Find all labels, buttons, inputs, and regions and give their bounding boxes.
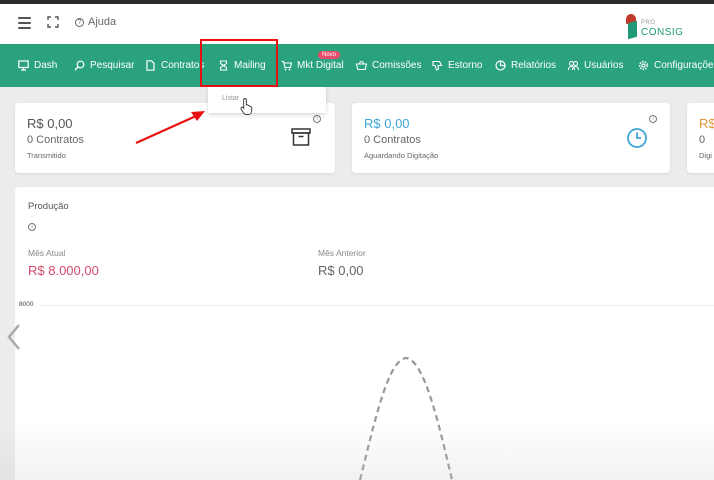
hamburger-menu-icon[interactable] — [18, 17, 31, 29]
nav-item-configuracoes[interactable]: Configurações — [638, 44, 714, 87]
logo: PRO CONSIG — [624, 14, 684, 42]
chart-y-tick: 8000 — [19, 301, 34, 308]
info-icon[interactable]: i — [313, 115, 321, 123]
info-icon[interactable]: i — [649, 115, 657, 123]
info-icon[interactable]: i — [28, 223, 36, 231]
logo-mark — [628, 20, 637, 40]
mailing-highlight-box — [200, 39, 278, 87]
nav-label: Relatórios — [511, 60, 557, 71]
document-icon — [146, 60, 155, 71]
card-amount: R$ 0,00 — [27, 116, 73, 131]
card-amount: R$ — [699, 116, 714, 131]
dropdown-item-listar[interactable]: Listar — [222, 95, 239, 102]
summary-card-transmitido: R$ 0,00 0 Contratos Transmitido i — [15, 103, 335, 173]
nav-item-relatorios[interactable]: Relatórios — [495, 44, 556, 87]
nav-label: Dash — [34, 60, 58, 71]
card-count: 0 — [699, 134, 706, 146]
card-subtitle: Aguardando Digitação — [364, 151, 439, 160]
nav-item-dash[interactable]: Dash — [18, 44, 57, 87]
monitor-icon — [18, 60, 29, 71]
help-link[interactable]: ? Ajuda — [75, 16, 116, 28]
nav-item-pesquisar[interactable]: Pesquisar — [74, 44, 134, 87]
basket-icon — [356, 60, 367, 71]
top-bar: ? Ajuda PRO CONSIG — [0, 4, 714, 44]
nav-item-usuarios[interactable]: Usuários — [568, 44, 623, 87]
card-subtitle: Transmitido — [27, 151, 66, 160]
new-badge: Novo — [318, 51, 341, 59]
thumbs-down-icon — [432, 60, 443, 71]
nav-item-contratos[interactable]: Contratos — [145, 44, 204, 87]
question-icon: ? — [75, 17, 84, 27]
chart-gridline — [40, 305, 714, 306]
production-title: Produção — [28, 201, 69, 212]
previous-month-value: R$ 0,00 — [318, 263, 364, 278]
logo-text: CONSIG — [641, 27, 684, 38]
nav-label: Contratos — [161, 60, 205, 71]
main-nav: Dash Pesquisar Contratos Mailing Mkt Dig… — [0, 44, 714, 87]
nav-label: Estorno — [448, 60, 483, 71]
current-month-value: R$ 8.000,00 — [28, 263, 99, 278]
users-icon — [568, 60, 579, 71]
nav-item-estorno[interactable]: Estorno — [432, 44, 482, 87]
clock-icon — [627, 128, 647, 148]
nav-label: Usuários — [584, 60, 624, 71]
nav-label: Mkt Digital — [297, 60, 344, 71]
fullscreen-icon[interactable] — [47, 16, 59, 28]
nav-label: Configurações — [654, 60, 714, 71]
carousel-prev-icon[interactable] — [4, 322, 24, 352]
summary-card-aguardando: R$ 0,00 0 Contratos Aguardando Digitação… — [352, 103, 670, 173]
card-amount: R$ 0,00 — [364, 116, 410, 131]
archive-icon — [291, 128, 311, 146]
card-subtitle: Digi — [699, 151, 712, 160]
logo-small-text: PRO — [641, 20, 656, 26]
cart-icon — [281, 60, 292, 71]
nav-item-comissoes[interactable]: Comissões — [356, 44, 421, 87]
gear-icon — [638, 60, 649, 71]
hand-cursor-icon — [240, 98, 253, 115]
summary-card-digitado: R$ 0 Digi — [687, 103, 714, 173]
production-panel: Produção i Mês Atual R$ 8.000,00 Mês Ant… — [15, 187, 714, 480]
mailing-dropdown: Listar — [208, 87, 326, 113]
current-month-label: Mês Atual — [28, 248, 66, 258]
nav-label: Comissões — [372, 60, 422, 71]
previous-month-label: Mês Anterior — [318, 248, 366, 258]
search-icon — [74, 60, 85, 71]
card-count: 0 Contratos — [364, 134, 421, 146]
nav-label: Pesquisar — [90, 60, 135, 71]
help-label: Ajuda — [88, 16, 117, 28]
card-count: 0 Contratos — [27, 134, 84, 146]
pie-chart-icon — [495, 60, 506, 71]
